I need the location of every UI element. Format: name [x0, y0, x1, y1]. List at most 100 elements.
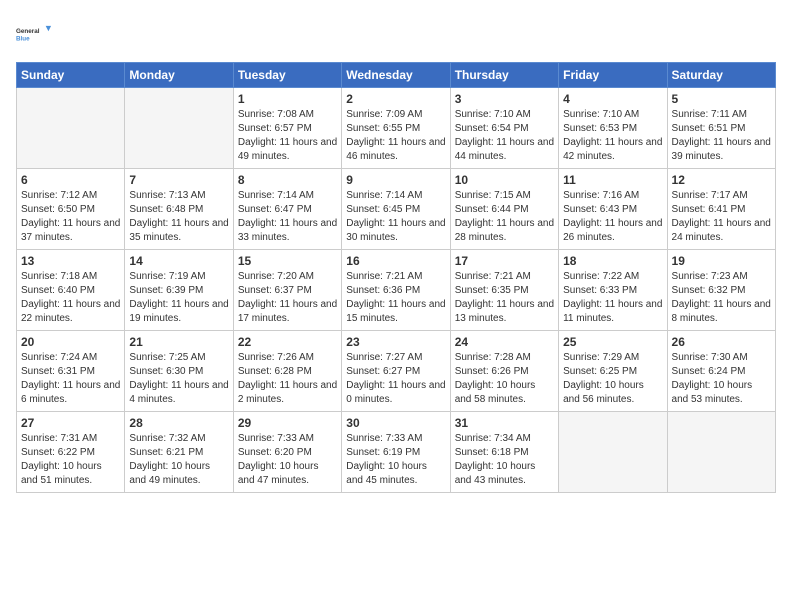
calendar-day-cell: 19 Sunrise: 7:23 AMSunset: 6:32 PMDaylig…: [667, 250, 775, 331]
day-number: 17: [455, 254, 554, 268]
day-number: 7: [129, 173, 228, 187]
day-info: Sunrise: 7:11 AMSunset: 6:51 PMDaylight:…: [672, 108, 771, 164]
logo-icon: General Blue: [16, 16, 52, 52]
weekday-header: Wednesday: [342, 63, 450, 88]
calendar-day-cell: 22 Sunrise: 7:26 AMSunset: 6:28 PMDaylig…: [233, 331, 341, 412]
weekday-header: Tuesday: [233, 63, 341, 88]
day-info: Sunrise: 7:31 AMSunset: 6:22 PMDaylight:…: [21, 432, 120, 488]
page-header: General Blue: [16, 16, 776, 52]
calendar-day-cell: 24 Sunrise: 7:28 AMSunset: 6:26 PMDaylig…: [450, 331, 558, 412]
day-number: 14: [129, 254, 228, 268]
day-info: Sunrise: 7:16 AMSunset: 6:43 PMDaylight:…: [563, 189, 662, 245]
day-info: Sunrise: 7:08 AMSunset: 6:57 PMDaylight:…: [238, 108, 337, 164]
calendar-day-cell: 11 Sunrise: 7:16 AMSunset: 6:43 PMDaylig…: [559, 169, 667, 250]
day-number: 8: [238, 173, 337, 187]
day-number: 18: [563, 254, 662, 268]
day-info: Sunrise: 7:17 AMSunset: 6:41 PMDaylight:…: [672, 189, 771, 245]
day-info: Sunrise: 7:21 AMSunset: 6:35 PMDaylight:…: [455, 270, 554, 326]
weekday-header: Saturday: [667, 63, 775, 88]
calendar-day-cell: 7 Sunrise: 7:13 AMSunset: 6:48 PMDayligh…: [125, 169, 233, 250]
day-info: Sunrise: 7:32 AMSunset: 6:21 PMDaylight:…: [129, 432, 228, 488]
day-info: Sunrise: 7:21 AMSunset: 6:36 PMDaylight:…: [346, 270, 445, 326]
svg-text:General: General: [16, 28, 40, 35]
day-info: Sunrise: 7:10 AMSunset: 6:53 PMDaylight:…: [563, 108, 662, 164]
day-number: 9: [346, 173, 445, 187]
calendar-day-cell: 31 Sunrise: 7:34 AMSunset: 6:18 PMDaylig…: [450, 412, 558, 493]
day-number: 11: [563, 173, 662, 187]
header-row: SundayMondayTuesdayWednesdayThursdayFrid…: [17, 63, 776, 88]
calendar-day-cell: [667, 412, 775, 493]
day-info: Sunrise: 7:29 AMSunset: 6:25 PMDaylight:…: [563, 351, 662, 407]
day-info: Sunrise: 7:14 AMSunset: 6:45 PMDaylight:…: [346, 189, 445, 245]
day-info: Sunrise: 7:26 AMSunset: 6:28 PMDaylight:…: [238, 351, 337, 407]
day-number: 10: [455, 173, 554, 187]
day-info: Sunrise: 7:18 AMSunset: 6:40 PMDaylight:…: [21, 270, 120, 326]
day-info: Sunrise: 7:22 AMSunset: 6:33 PMDaylight:…: [563, 270, 662, 326]
calendar-day-cell: 27 Sunrise: 7:31 AMSunset: 6:22 PMDaylig…: [17, 412, 125, 493]
day-info: Sunrise: 7:09 AMSunset: 6:55 PMDaylight:…: [346, 108, 445, 164]
day-info: Sunrise: 7:30 AMSunset: 6:24 PMDaylight:…: [672, 351, 771, 407]
calendar-table: SundayMondayTuesdayWednesdayThursdayFrid…: [16, 62, 776, 493]
day-number: 13: [21, 254, 120, 268]
calendar-day-cell: 1 Sunrise: 7:08 AMSunset: 6:57 PMDayligh…: [233, 88, 341, 169]
calendar-day-cell: [559, 412, 667, 493]
day-number: 23: [346, 335, 445, 349]
calendar-day-cell: 6 Sunrise: 7:12 AMSunset: 6:50 PMDayligh…: [17, 169, 125, 250]
calendar-day-cell: 13 Sunrise: 7:18 AMSunset: 6:40 PMDaylig…: [17, 250, 125, 331]
calendar-week-row: 13 Sunrise: 7:18 AMSunset: 6:40 PMDaylig…: [17, 250, 776, 331]
day-number: 2: [346, 92, 445, 106]
day-number: 21: [129, 335, 228, 349]
day-number: 25: [563, 335, 662, 349]
calendar-day-cell: 30 Sunrise: 7:33 AMSunset: 6:19 PMDaylig…: [342, 412, 450, 493]
day-number: 5: [672, 92, 771, 106]
day-info: Sunrise: 7:15 AMSunset: 6:44 PMDaylight:…: [455, 189, 554, 245]
calendar-day-cell: 2 Sunrise: 7:09 AMSunset: 6:55 PMDayligh…: [342, 88, 450, 169]
day-info: Sunrise: 7:33 AMSunset: 6:20 PMDaylight:…: [238, 432, 337, 488]
calendar-day-cell: 23 Sunrise: 7:27 AMSunset: 6:27 PMDaylig…: [342, 331, 450, 412]
day-number: 15: [238, 254, 337, 268]
calendar-day-cell: 17 Sunrise: 7:21 AMSunset: 6:35 PMDaylig…: [450, 250, 558, 331]
calendar-day-cell: 29 Sunrise: 7:33 AMSunset: 6:20 PMDaylig…: [233, 412, 341, 493]
calendar-day-cell: 4 Sunrise: 7:10 AMSunset: 6:53 PMDayligh…: [559, 88, 667, 169]
logo: General Blue: [16, 16, 52, 52]
day-info: Sunrise: 7:24 AMSunset: 6:31 PMDaylight:…: [21, 351, 120, 407]
day-info: Sunrise: 7:33 AMSunset: 6:19 PMDaylight:…: [346, 432, 445, 488]
weekday-header: Monday: [125, 63, 233, 88]
calendar-day-cell: 8 Sunrise: 7:14 AMSunset: 6:47 PMDayligh…: [233, 169, 341, 250]
calendar-week-row: 27 Sunrise: 7:31 AMSunset: 6:22 PMDaylig…: [17, 412, 776, 493]
day-info: Sunrise: 7:12 AMSunset: 6:50 PMDaylight:…: [21, 189, 120, 245]
calendar-day-cell: [17, 88, 125, 169]
day-info: Sunrise: 7:27 AMSunset: 6:27 PMDaylight:…: [346, 351, 445, 407]
day-number: 3: [455, 92, 554, 106]
calendar-day-cell: 12 Sunrise: 7:17 AMSunset: 6:41 PMDaylig…: [667, 169, 775, 250]
day-number: 6: [21, 173, 120, 187]
day-info: Sunrise: 7:28 AMSunset: 6:26 PMDaylight:…: [455, 351, 554, 407]
calendar-week-row: 1 Sunrise: 7:08 AMSunset: 6:57 PMDayligh…: [17, 88, 776, 169]
calendar-day-cell: 26 Sunrise: 7:30 AMSunset: 6:24 PMDaylig…: [667, 331, 775, 412]
day-info: Sunrise: 7:10 AMSunset: 6:54 PMDaylight:…: [455, 108, 554, 164]
calendar-day-cell: 18 Sunrise: 7:22 AMSunset: 6:33 PMDaylig…: [559, 250, 667, 331]
day-info: Sunrise: 7:34 AMSunset: 6:18 PMDaylight:…: [455, 432, 554, 488]
day-info: Sunrise: 7:14 AMSunset: 6:47 PMDaylight:…: [238, 189, 337, 245]
day-number: 24: [455, 335, 554, 349]
calendar-day-cell: 9 Sunrise: 7:14 AMSunset: 6:45 PMDayligh…: [342, 169, 450, 250]
calendar-day-cell: 10 Sunrise: 7:15 AMSunset: 6:44 PMDaylig…: [450, 169, 558, 250]
day-number: 26: [672, 335, 771, 349]
day-info: Sunrise: 7:19 AMSunset: 6:39 PMDaylight:…: [129, 270, 228, 326]
day-number: 28: [129, 416, 228, 430]
weekday-header: Thursday: [450, 63, 558, 88]
day-number: 30: [346, 416, 445, 430]
calendar-week-row: 20 Sunrise: 7:24 AMSunset: 6:31 PMDaylig…: [17, 331, 776, 412]
day-number: 16: [346, 254, 445, 268]
calendar-day-cell: 21 Sunrise: 7:25 AMSunset: 6:30 PMDaylig…: [125, 331, 233, 412]
calendar-day-cell: 25 Sunrise: 7:29 AMSunset: 6:25 PMDaylig…: [559, 331, 667, 412]
day-info: Sunrise: 7:23 AMSunset: 6:32 PMDaylight:…: [672, 270, 771, 326]
day-number: 12: [672, 173, 771, 187]
calendar-day-cell: 14 Sunrise: 7:19 AMSunset: 6:39 PMDaylig…: [125, 250, 233, 331]
calendar-day-cell: 15 Sunrise: 7:20 AMSunset: 6:37 PMDaylig…: [233, 250, 341, 331]
calendar-day-cell: 28 Sunrise: 7:32 AMSunset: 6:21 PMDaylig…: [125, 412, 233, 493]
calendar-day-cell: 16 Sunrise: 7:21 AMSunset: 6:36 PMDaylig…: [342, 250, 450, 331]
day-number: 29: [238, 416, 337, 430]
calendar-day-cell: 3 Sunrise: 7:10 AMSunset: 6:54 PMDayligh…: [450, 88, 558, 169]
day-number: 4: [563, 92, 662, 106]
